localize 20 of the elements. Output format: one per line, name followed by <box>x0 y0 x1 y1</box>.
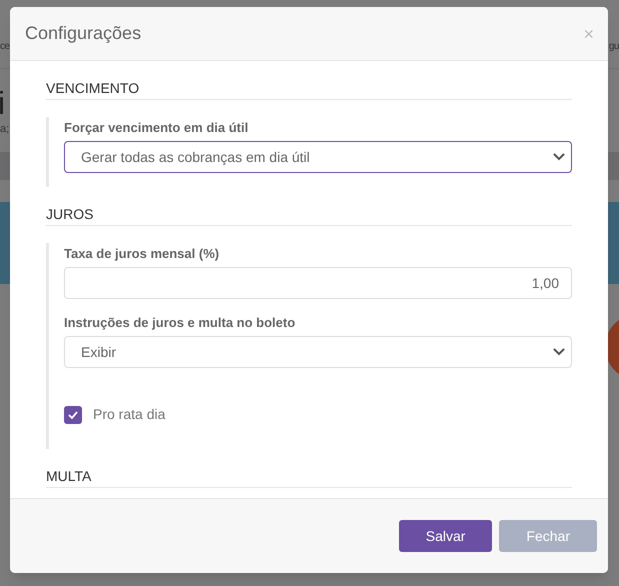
check-icon <box>68 410 78 418</box>
chevron-down-icon <box>553 348 565 356</box>
section-title: MULTA <box>46 467 572 488</box>
field-label: Instruções de juros e multa no boleto <box>64 315 296 331</box>
section-title: VENCIMENTO <box>46 79 572 100</box>
select-field[interactable]: Exibir <box>64 336 572 368</box>
save-button[interactable]: Salvar <box>398 520 492 552</box>
field-label: Forçar vencimento em dia útil <box>64 120 250 136</box>
backdrop-text: gu <box>608 40 619 54</box>
modal-title: Configurações <box>25 22 142 45</box>
select-field[interactable]: Gerar todas as cobranças em dia útil <box>64 141 572 173</box>
backdrop-text: a; <box>0 122 10 137</box>
checkbox[interactable] <box>64 406 82 424</box>
backdrop-text: ce <box>0 40 10 54</box>
checkbox-label: Pro rata dia <box>93 405 166 424</box>
section-title: JUROS <box>46 205 572 226</box>
input-field[interactable]: 1,00 <box>64 267 572 299</box>
field-label: Taxa de juros mensal (%) <box>64 246 220 262</box>
backdrop-heading: i <box>0 87 6 119</box>
chevron-down-icon <box>553 153 565 161</box>
